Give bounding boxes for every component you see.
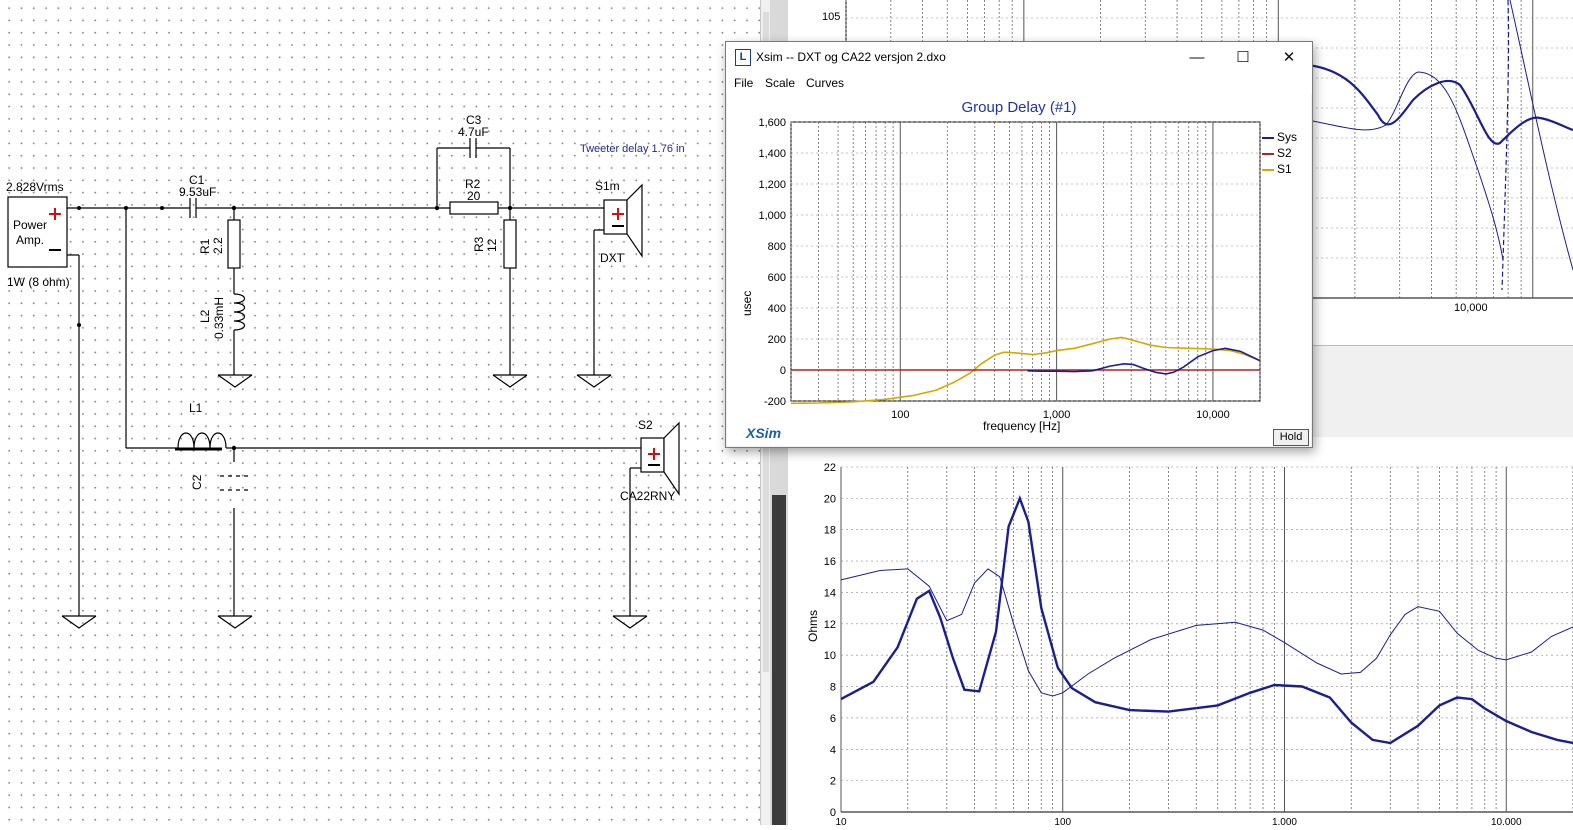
l1-name-label: L1 <box>189 401 203 415</box>
c2-name-label: C2 <box>190 474 204 490</box>
menu-scale[interactable]: Scale <box>765 76 795 90</box>
r2-value-label: 20 <box>467 189 481 203</box>
circuit-wires <box>7 138 680 629</box>
impedance-y-tick-label: 6 <box>830 713 836 725</box>
top-chart-curve-thin-2 <box>1509 0 1573 271</box>
impedance-y-tick-label: 16 <box>824 556 836 568</box>
impedance-y-tick-label: 14 <box>824 587 836 599</box>
impedance-chart-window[interactable]: 0 2 4 6 8 10 12 14 16 18 20 22 10 100 1,000 10,000 Ohms <box>788 437 1573 828</box>
group-delay-y-tick-label: 1,600 <box>758 117 786 129</box>
legend-sys-swatch <box>1262 136 1274 139</box>
l2-value-label: 0.33mH <box>212 296 226 339</box>
impedance-y-tick-label: 2 <box>830 776 836 788</box>
impedance-y-tick-label: 12 <box>824 619 836 631</box>
top-chart-curve-dashed <box>1501 0 1510 291</box>
group-delay-plot-frame <box>790 121 1261 402</box>
xsim-logo: XSim <box>746 425 782 441</box>
s2-model-label: CA22RNY <box>620 489 676 503</box>
group-delay-y-tick-label: 1,200 <box>758 179 786 191</box>
group-delay-chart: -200 0 200 400 600 800 1,000 1,200 1,400 1,600 100… <box>758 117 1261 421</box>
top-chart-y-tick: 105 <box>822 11 841 23</box>
group-delay-x-tick-label: 10,000 <box>1196 409 1230 421</box>
legend-s1: S1 <box>1262 163 1292 175</box>
legend-s2-label: S2 <box>1277 146 1292 160</box>
group-delay-y-tick-label: 1,400 <box>758 148 786 160</box>
impedance-chart: 024681012141618202210 100 1,000 10,000 <box>824 462 1573 828</box>
xsim-app-icon: L <box>735 49 751 66</box>
c1-value-label: 9.53uF <box>179 185 217 199</box>
xsim-window-title: Xsim -- DXT og CA22 versjon 2.dxo <box>756 50 946 64</box>
group-delay-y-tick-label: 600 <box>768 272 786 284</box>
power-amp-label-line2: Amp. <box>16 233 45 247</box>
legend-s1-swatch <box>1262 168 1274 171</box>
legend-sys-label: Sys <box>1277 130 1298 144</box>
group-delay-y-tick-label: 800 <box>768 241 786 253</box>
legend-s2: S2 <box>1262 147 1292 159</box>
group-delay-y-tick-label: 400 <box>768 303 786 315</box>
s2-name-label: S2 <box>638 418 653 432</box>
impedance-y-tick-label: 18 <box>824 525 836 537</box>
impedance-curve-thin <box>840 568 1573 697</box>
impedance-y-tick-label: 10 <box>824 650 836 662</box>
impedance-x-tick-label: 10,000 <box>1491 817 1522 825</box>
group-delay-x-tick-label: 100 <box>891 409 909 421</box>
xsim-titlebar[interactable]: L Xsim -- DXT og CA22 versjon 2.dxo — ☐ … <box>726 42 1312 72</box>
legend-sys: Sys <box>1262 131 1297 143</box>
group-delay-y-axis-label: usec <box>740 290 754 316</box>
group-delay-y-tick-label: 0 <box>780 365 786 377</box>
impedance-curve-thick <box>840 495 1573 745</box>
impedance-y-tick-label: 4 <box>830 744 836 756</box>
dark-panel <box>772 495 786 825</box>
impedance-y-tick-label: 22 <box>824 462 836 474</box>
l2-name-label: L2 <box>198 309 212 323</box>
legend-s2-swatch <box>1262 152 1274 155</box>
impedance-y-axis-label: Ohms <box>806 609 820 642</box>
close-button[interactable]: ✕ <box>1266 42 1312 72</box>
menu-curves[interactable]: Curves <box>806 76 844 90</box>
maximize-button[interactable]: ☐ <box>1220 42 1266 72</box>
schematic-canvas[interactable]: 2.828Vrms Power Amp. 1W (8 ohm) C1 9.53u… <box>0 0 760 825</box>
group-delay-plot-area[interactable]: Group Delay (#1) -200 0 200 400 600 800 1,000 1… <box>727 94 1311 446</box>
top-chart-x-tick: 10,000 <box>1454 302 1488 314</box>
hold-button[interactable]: Hold <box>1273 429 1309 446</box>
xsim-window[interactable]: L Xsim -- DXT og CA22 versjon 2.dxo — ☐ … <box>725 41 1313 448</box>
group-delay-y-tick-label: -200 <box>764 396 786 408</box>
power-amp-rating-label: 1W (8 ohm) <box>7 275 70 289</box>
impedance-y-tick-label: 20 <box>824 493 836 505</box>
minimize-button[interactable]: — <box>1174 42 1220 72</box>
xsim-menubar: File Scale Curves <box>726 72 1312 94</box>
impedance-x-tick-label: 10 <box>835 817 847 825</box>
group-delay-x-axis-label: frequency [Hz] <box>983 419 1061 433</box>
group-delay-y-tick-label: 200 <box>768 334 786 346</box>
r3-name-label: R3 <box>472 236 486 252</box>
power-amp-box <box>7 196 68 268</box>
tweeter-delay-note: Tweeter delay 1.76 in <box>580 143 685 155</box>
power-amp-label-line1: Power <box>13 218 48 232</box>
s1-name-label: S1m <box>595 179 620 193</box>
group-delay-y-tick-label: 1,000 <box>758 210 786 222</box>
r3-value-label: 12 <box>485 238 499 252</box>
c3-value-label: 4.7uF <box>458 125 489 139</box>
r1-value-label: 2.2 <box>211 237 225 254</box>
top-chart-curve-thin <box>1307 71 1504 261</box>
impedance-x-tick-label: 1,000 <box>1272 817 1297 825</box>
impedance-x-tick-label: 100 <box>1054 817 1071 825</box>
impedance-y-tick-label: 8 <box>830 682 836 694</box>
source-voltage-label: 2.828Vrms <box>6 180 64 194</box>
legend-s1-label: S1 <box>1277 162 1292 176</box>
r1-name-label: R1 <box>198 238 212 254</box>
menu-file[interactable]: File <box>734 76 753 90</box>
s1-model-label: DXT <box>600 251 624 265</box>
